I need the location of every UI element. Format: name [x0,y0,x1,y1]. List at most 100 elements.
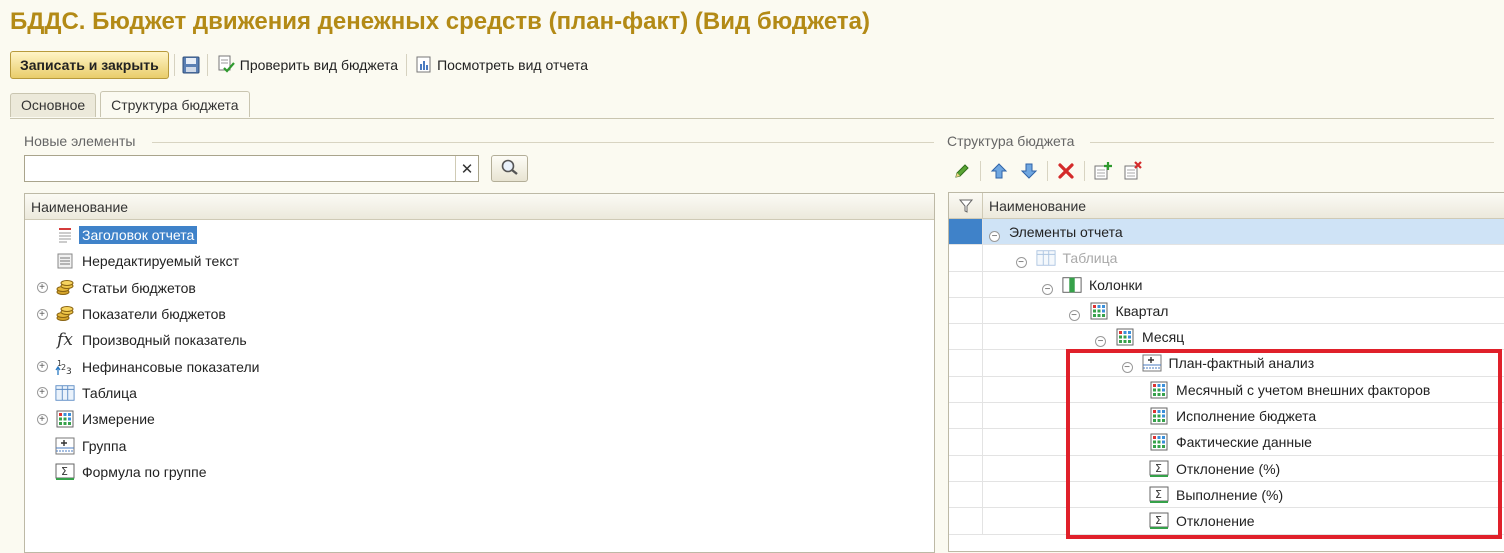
search-icon [500,158,520,179]
coins-icon [55,304,75,324]
window-title: БДДС. Бюджет движения денежных средств (… [10,8,870,35]
list-item-label: Статьи бюджетов [82,279,196,296]
row-marker-cell [949,455,983,481]
new-elements-group-title: Новые элементы [24,133,136,149]
tab-divider [10,118,1494,119]
search-input[interactable]: ✕ [24,155,479,182]
group-divider [152,142,934,143]
toolbar-separator [206,54,208,76]
row-marker-cell [949,350,983,376]
move-down-icon[interactable] [1015,159,1043,183]
expand-icon[interactable]: + [36,282,48,294]
expander-cell: + [29,308,55,320]
row-marker-cell [949,508,983,534]
expand-icon[interactable]: + [36,308,48,320]
expand-icon[interactable]: + [36,361,48,373]
tree-row[interactable]: − Таблица [949,245,1504,272]
list-item[interactable]: Группа [25,432,934,458]
table-header: Наименование [949,193,1504,219]
edit-pencil-icon[interactable] [948,159,976,183]
row-marker-cell [949,219,983,245]
expand-icon[interactable]: + [36,413,48,425]
check-document-icon [216,54,236,77]
list-item[interactable]: + Показатели бюджетов [25,301,934,327]
column-header-name[interactable]: Наименование [983,198,1086,214]
check-budget-view-button[interactable]: Проверить вид бюджета [213,54,401,77]
list-item[interactable]: + Таблица [25,380,934,406]
collapse-icon[interactable]: − [1015,252,1027,269]
remove-element-icon[interactable] [1119,159,1147,183]
dimension-grid-icon [1089,301,1109,321]
new-elements-table: Наименование Заголовок отчета Нередактиру… [24,193,935,553]
list-item[interactable]: fx Производный показатель [25,327,934,353]
move-up-icon[interactable] [985,159,1013,183]
svg-text:3: 3 [66,367,72,377]
structure-toolbar [948,158,1147,184]
collapse-icon[interactable]: − [1042,279,1053,295]
expander-cell: + [29,413,55,425]
tree-row[interactable]: − Колонки [949,271,1504,298]
search-text-field[interactable] [25,157,455,180]
row-marker-cell [949,429,983,455]
new-elements-list: Заголовок отчета Нередактируемый текст + Ст… [25,220,934,485]
column-header-name[interactable]: Наименование [25,199,128,215]
sigma-icon: Σ [55,462,75,482]
tree-row[interactable]: − Месяц [949,324,1504,351]
save-icon[interactable] [180,54,202,76]
highlight-annotation-box [1066,349,1502,539]
row-marker-cell [949,271,983,297]
dimension-grid-icon [1115,327,1135,347]
table-icon [1035,248,1056,268]
collapse-icon[interactable]: − [1095,331,1106,348]
table-icon [55,383,75,403]
toolbar-separator [173,54,175,76]
list-item-label: Группа [82,437,127,454]
numbers-icon: 123 [55,357,75,377]
expand-icon[interactable]: + [36,387,48,399]
row-marker-cell [949,481,983,508]
list-item[interactable]: + Статьи бюджетов [25,275,934,301]
group-divider [1090,142,1494,143]
row-marker-cell [949,403,983,429]
budget-structure-group-title: Структура бюджета [947,133,1075,149]
list-item-label: Заголовок отчета [79,226,198,245]
list-item-label: Производный показатель [82,332,247,349]
expander-cell: + [29,282,55,294]
tab-main[interactable]: Основное [10,93,97,117]
group-icon [55,436,75,456]
save-and-close-button[interactable]: Записать и закрыть [10,51,169,79]
tab-bar: Основное Структура бюджета [10,91,254,118]
dimension-grid-icon [55,409,75,429]
check-budget-view-label: Проверить вид бюджета [239,57,399,73]
list-item[interactable]: +1 2 3 Нефинансовые показатели [25,353,934,379]
tree-row[interactable]: − Элементы отчета [949,219,1504,246]
list-item[interactable]: Σ Формула по группе [25,459,934,485]
collapse-icon[interactable]: − [1068,305,1080,321]
row-marker-cell [949,245,983,271]
text-block-icon [55,251,75,271]
list-item[interactable]: Заголовок отчета [25,222,934,248]
tree-row[interactable]: − Квартал [949,297,1504,325]
view-report-label: Посмотреть вид отчета [437,57,589,73]
clear-icon[interactable]: ✕ [455,156,478,181]
tab-budget-structure[interactable]: Структура бюджета [100,91,250,117]
delete-icon[interactable] [1052,159,1080,183]
view-report-button[interactable]: Посмотреть вид отчета [412,55,591,76]
report-chart-icon [415,55,433,76]
collapse-icon[interactable]: − [989,226,1000,242]
list-item[interactable]: Нередактируемый текст [25,248,934,274]
table-header: Наименование [25,194,934,220]
toolbar-separator [1084,161,1085,181]
tree-row-label: Элементы отчета [1009,224,1123,240]
columns-icon [1062,275,1082,295]
list-item[interactable]: + Измерение [25,406,934,432]
row-marker-cell [949,376,983,403]
filter-icon[interactable] [949,193,983,219]
row-marker-cell [949,324,983,350]
list-item-label: Нефинансовые показатели [82,358,260,375]
add-element-icon[interactable] [1089,159,1117,183]
toolbar-separator [1047,161,1048,181]
search-button[interactable] [491,155,528,182]
list-item-label: Формула по группе [82,463,207,480]
toolbar-separator [980,161,981,181]
